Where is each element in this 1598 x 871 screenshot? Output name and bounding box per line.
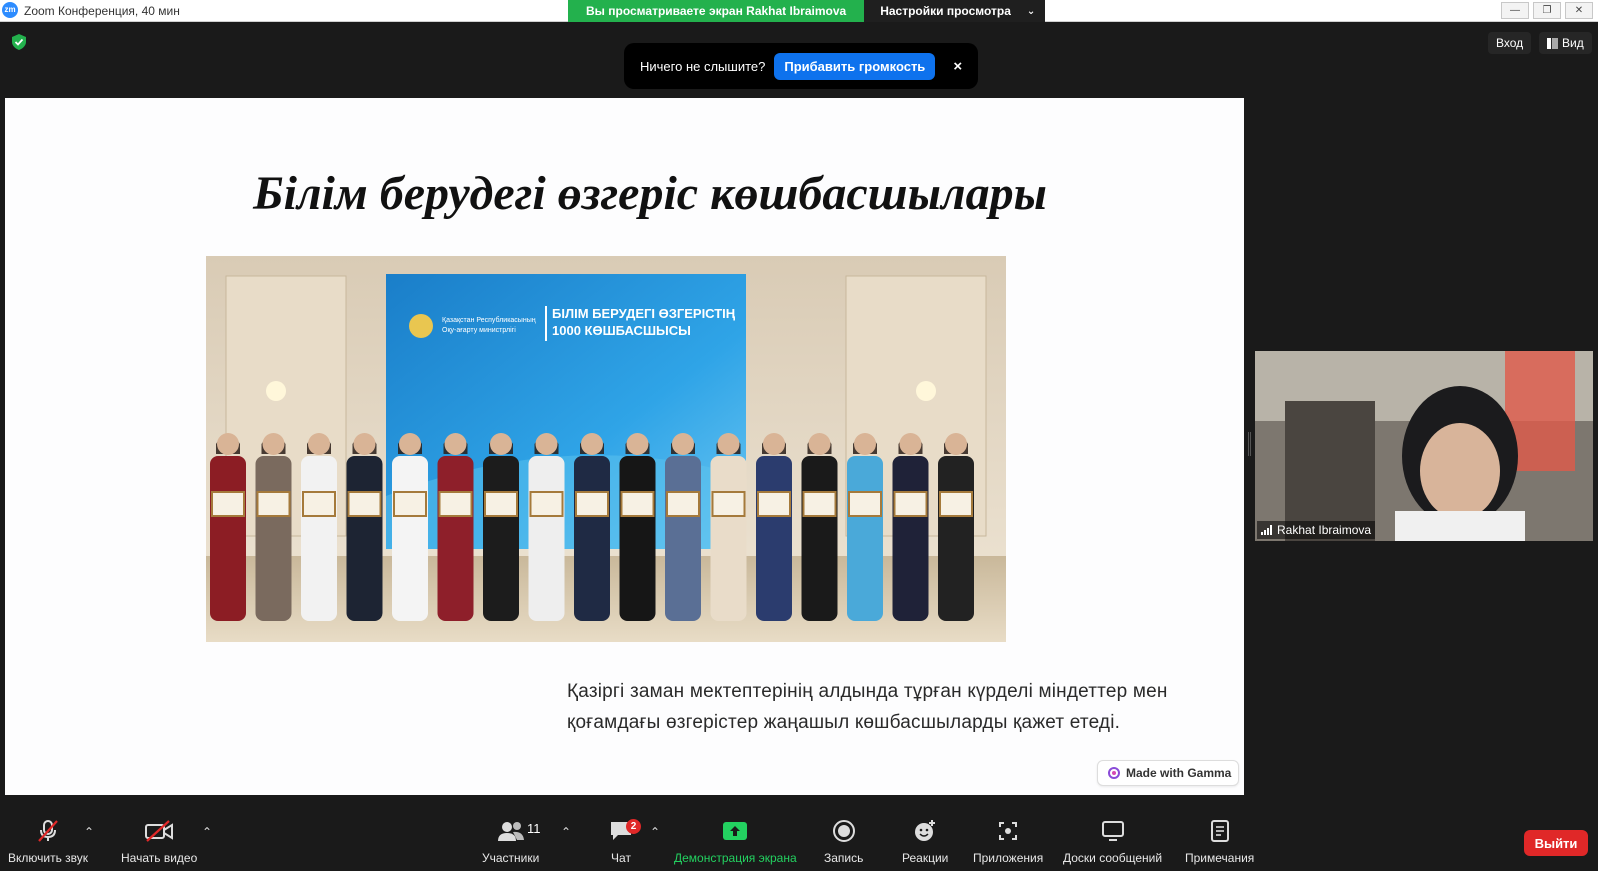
toast-message: Ничего не слышите? — [640, 58, 766, 74]
photo-person — [483, 433, 519, 621]
view-settings-label: Настройки просмотра — [880, 4, 1011, 18]
photo-person — [710, 433, 747, 621]
video-camera-off-icon — [145, 820, 174, 842]
gamma-badge-label: Made with Gamma — [1126, 766, 1232, 780]
signal-strength-icon — [1261, 525, 1272, 535]
participants-count: 11 — [527, 821, 541, 836]
made-with-gamma-badge[interactable]: Made with Gamma — [1097, 760, 1239, 786]
window-title: Zoom Конференция, 40 мин — [24, 4, 180, 18]
view-layout-icon — [1547, 37, 1558, 49]
record-button[interactable]: Запись — [824, 811, 863, 871]
slide-body-text: Қазіргі заман мектептерінің алдында тұрғ… — [567, 676, 1207, 738]
group-photo-image: Қазақстан Республикасының Оқу-ағарту мин… — [206, 256, 1006, 642]
photo-person — [392, 433, 428, 621]
chat-label: Чат — [611, 851, 631, 865]
view-settings-button[interactable]: Настройки просмотра ⌄ — [864, 0, 1046, 22]
share-screen-label: Демонстрация экрана — [674, 851, 797, 865]
record-label: Запись — [824, 851, 864, 865]
audio-toast: Ничего не слышите? Прибавить громкость × — [624, 43, 978, 89]
minimize-button[interactable]: — — [1501, 2, 1529, 19]
view-button[interactable]: Вид — [1539, 32, 1592, 54]
banner-text-line1: БІЛІМ БЕРУДЕГІ ӨЗГЕРІСТІҢ — [552, 306, 736, 321]
notes-button[interactable]: Примечания — [1185, 811, 1254, 871]
screen-share-banner: Вы просматриваете экран Rakhat Ibraimova… — [568, 0, 1046, 22]
shared-screen-slide: Білім берудегі өзгеріс көшбасшылары Қаза… — [5, 98, 1244, 795]
ministry-text-line1: Қазақстан Республикасының — [442, 316, 536, 324]
photo-person — [255, 433, 292, 621]
people-group — [210, 433, 974, 621]
photo-person — [619, 433, 656, 621]
ministry-text-line2: Оқу-ағарту министрлігі — [442, 326, 516, 334]
photo-person — [756, 433, 792, 621]
unmute-label: Включить звук — [8, 851, 89, 865]
participant-name-tag: Rakhat Ibraimova — [1257, 521, 1376, 539]
signin-label: Вход — [1496, 36, 1524, 50]
zoom-logo-icon: zm — [2, 2, 18, 18]
chat-unread-badge: 2 — [626, 819, 641, 834]
restore-button[interactable]: ❐ — [1533, 2, 1561, 19]
share-screen-icon — [723, 822, 748, 840]
participants-icon — [497, 822, 524, 841]
slide-body-line1: Қазіргі заман мектептерінің алдында тұрғ… — [567, 681, 1168, 702]
signin-button[interactable]: Вход — [1488, 32, 1532, 54]
photo-person — [210, 433, 246, 621]
slide-body-line2: қоғамдағы өзгерістер жаңашыл көшбасшылар… — [567, 712, 1121, 733]
reactions-label: Реакции — [902, 851, 949, 865]
whiteboards-label: Доски сообщений — [1063, 851, 1163, 865]
photo-person — [528, 433, 565, 621]
leave-button[interactable]: Выйти — [1524, 830, 1588, 856]
participants-label: Участники — [482, 851, 540, 865]
record-icon — [832, 820, 855, 842]
audio-options-caret-icon[interactable]: ⌃ — [84, 825, 94, 839]
notes-icon — [1210, 820, 1229, 842]
slide-title: Білім берудегі өзгеріс көшбасшылары — [253, 167, 1047, 220]
photo-person — [574, 433, 610, 621]
viewing-share-label: Вы просматриваете экран Rakhat Ibraimova — [568, 0, 865, 22]
photo-person — [437, 433, 474, 621]
participant-video-feed — [1255, 351, 1593, 541]
zoom-window: zm Zoom Конференция, 40 мин Вы просматри… — [0, 0, 1598, 871]
start-video-label: Начать видео — [121, 851, 198, 865]
photo-person — [301, 433, 337, 621]
encryption-shield-icon[interactable] — [12, 34, 26, 50]
close-window-button[interactable]: ✕ — [1565, 2, 1593, 19]
whiteboards-button[interactable]: Доски сообщений — [1063, 811, 1162, 871]
photo-person — [346, 433, 383, 621]
gamma-logo-icon — [1108, 767, 1120, 779]
close-icon[interactable]: × — [953, 58, 962, 75]
group-photo: Қазақстан Республикасының Оқу-ағарту мин… — [206, 256, 1006, 642]
increase-volume-button[interactable]: Прибавить громкость — [774, 52, 936, 80]
smiley-plus-icon — [915, 820, 936, 841]
participant-name: Rakhat Ibraimova — [1277, 523, 1372, 537]
participants-caret-icon[interactable]: ⌃ — [561, 825, 571, 839]
photo-person — [665, 433, 701, 621]
meeting-toolbar: Включить звук ⌃ Начать видео ⌃ Участники… — [0, 811, 1598, 871]
panel-resize-handle[interactable] — [1248, 432, 1251, 456]
participants-button[interactable]: Участники — [482, 811, 539, 871]
photo-person — [938, 433, 974, 621]
notes-label: Примечания — [1185, 851, 1255, 865]
video-options-caret-icon[interactable]: ⌃ — [202, 825, 212, 839]
view-label: Вид — [1562, 36, 1584, 50]
reactions-button[interactable]: Реакции — [902, 811, 948, 871]
microphone-muted-icon — [38, 820, 58, 842]
share-screen-button[interactable]: Демонстрация экрана — [674, 811, 797, 871]
photo-person — [801, 433, 838, 621]
photo-person — [847, 433, 883, 621]
apps-icon — [999, 822, 1018, 840]
apps-label: Приложения — [973, 851, 1044, 865]
participant-video[interactable]: Rakhat Ibraimova — [1255, 351, 1593, 541]
chevron-down-icon: ⌄ — [1026, 5, 1036, 17]
banner-text-line2: 1000 КӨШБАСШЫСЫ — [552, 323, 691, 338]
start-video-button[interactable]: Начать видео — [121, 811, 197, 871]
whiteboard-icon — [1101, 821, 1124, 841]
photo-person — [892, 433, 929, 621]
apps-button[interactable]: Приложения — [973, 811, 1043, 871]
title-bar: zm Zoom Конференция, 40 мин Вы просматри… — [0, 0, 1598, 22]
chat-caret-icon[interactable]: ⌃ — [650, 825, 660, 839]
unmute-button[interactable]: Включить звук — [8, 811, 88, 871]
